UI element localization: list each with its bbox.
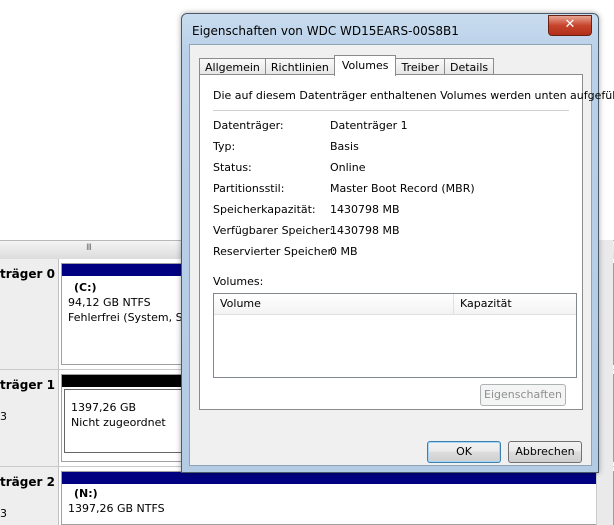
disk-row-2[interactable]: träger 2 3 (N:) 1397,26 GB NTFS bbox=[0, 467, 614, 525]
cancel-button[interactable]: Abbrechen bbox=[508, 441, 582, 463]
volumes-label: Volumes: bbox=[213, 275, 264, 288]
column-header-kapazitaet[interactable]: Kapazität bbox=[454, 294, 576, 314]
disk-label-1: träger 1 3 bbox=[0, 370, 59, 466]
disk-label-2: träger 2 3 bbox=[0, 467, 59, 525]
splitter-grip: III bbox=[86, 243, 92, 253]
volumes-list[interactable]: Volume Kapazität bbox=[213, 293, 577, 378]
separator bbox=[213, 110, 569, 111]
properties-dialog: Eigenschaften von WDC WD15EARS-00S8B1 ✕ … bbox=[181, 13, 614, 473]
properties-button[interactable]: Eigenschaften bbox=[480, 384, 566, 406]
ok-button[interactable]: OK bbox=[427, 441, 501, 463]
volumes-panel: Die auf diesem Datenträger enthaltenen V… bbox=[199, 74, 614, 410]
primary-partition-bar bbox=[62, 472, 613, 484]
dialog-client: Allgemein Richtlinien Volumes Treiber De… bbox=[189, 44, 614, 466]
volumes-header: Volume Kapazität bbox=[214, 294, 576, 315]
partition-name: (N:) bbox=[74, 487, 98, 500]
dialog-title: Eigenschaften von WDC WD15EARS-00S8B1 bbox=[192, 24, 459, 38]
intro-text: Die auf diesem Datenträger enthaltenen V… bbox=[213, 89, 614, 102]
tab-strip: Allgemein Richtlinien Volumes Treiber De… bbox=[199, 55, 495, 76]
partition-n[interactable]: (N:) 1397,26 GB NTFS bbox=[61, 471, 614, 525]
column-header-volume[interactable]: Volume bbox=[214, 294, 454, 314]
close-button[interactable]: ✕ bbox=[548, 15, 592, 36]
close-icon: ✕ bbox=[564, 17, 576, 32]
partition-size: 1397,26 GB NTFS bbox=[68, 502, 165, 515]
tab-volumes[interactable]: Volumes bbox=[333, 55, 397, 76]
disk-label-0: träger 0 bbox=[0, 259, 59, 369]
